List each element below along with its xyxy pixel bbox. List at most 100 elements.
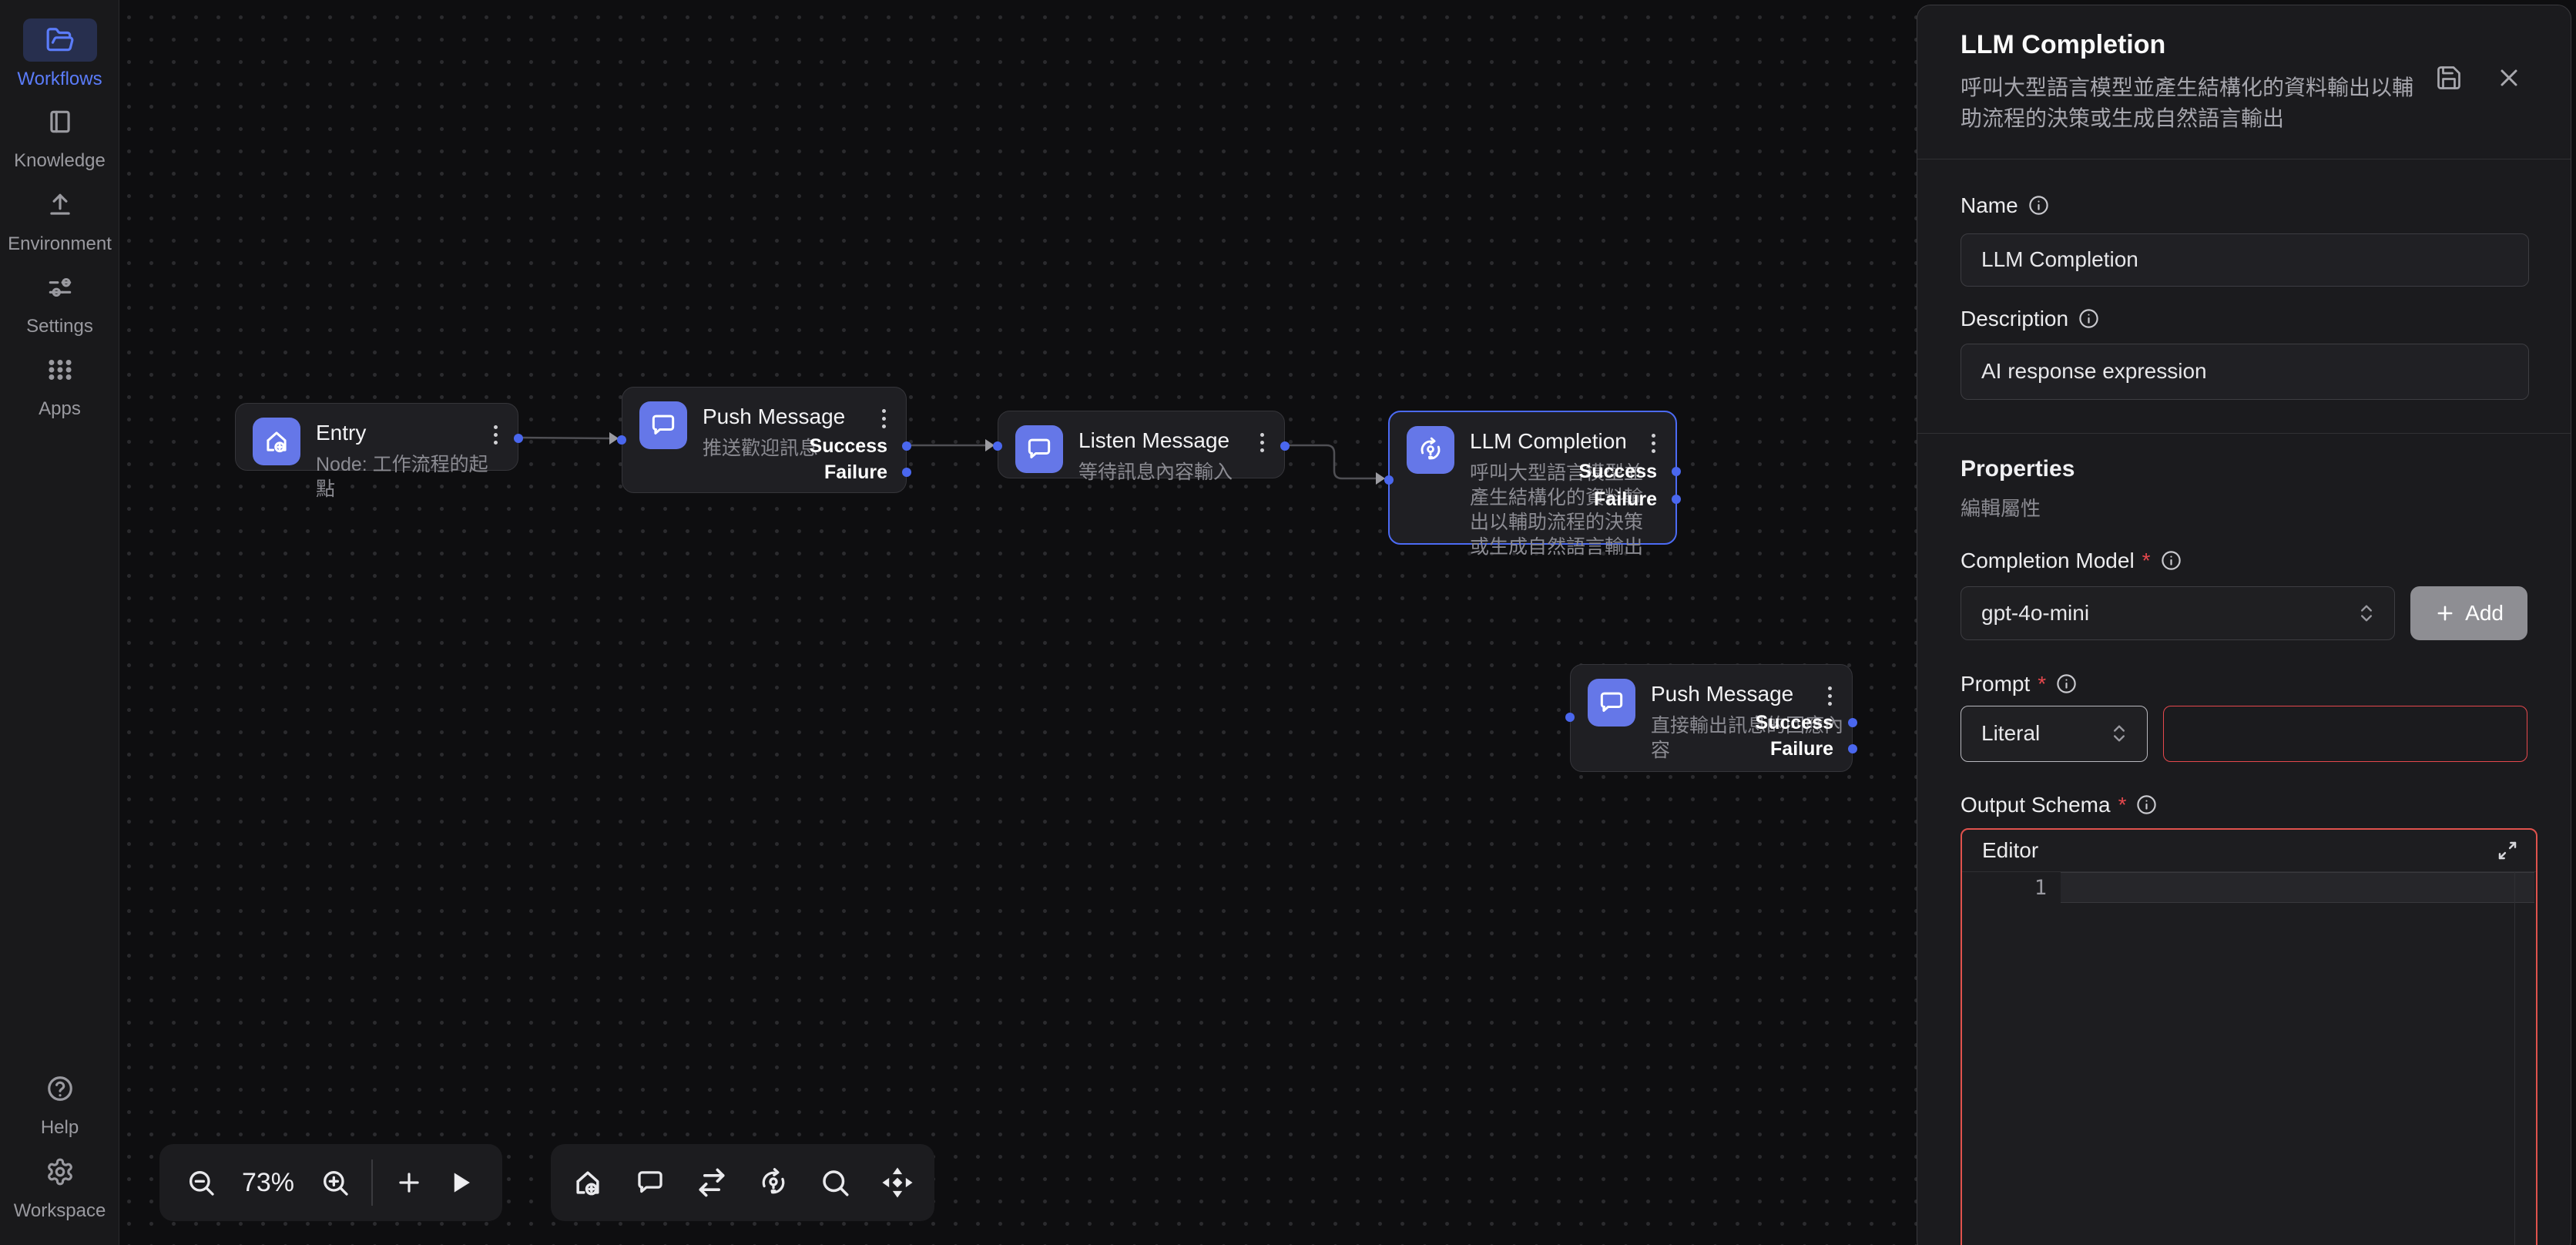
input-port[interactable] [1384, 475, 1394, 485]
failure-port[interactable] [902, 468, 911, 477]
run-workflow-button[interactable] [436, 1155, 485, 1210]
node-listen-message[interactable]: Listen Message 等待訊息內容輸入 [998, 411, 1285, 478]
plus-icon [2434, 602, 2456, 624]
folder-open-icon [23, 18, 97, 62]
node-title: LLM Completion [1470, 429, 1656, 454]
zoom-level[interactable]: 73% [228, 1168, 308, 1198]
sidebar-item-environment[interactable]: Environment [0, 183, 119, 255]
failure-port[interactable] [1848, 744, 1857, 753]
chat-bubble-icon [1588, 679, 1635, 727]
help-circle-icon [23, 1067, 97, 1110]
add-model-button[interactable]: Add [2410, 586, 2527, 640]
node-push-message-2[interactable]: Push Message 直接輸出訊息的回應內容 Success Failure [1570, 664, 1853, 772]
name-label: Name [1961, 193, 2527, 218]
editor-minimap-divider [2514, 872, 2515, 1245]
node-subtitle: Node: 工作流程的起點 [316, 452, 501, 502]
zoom-out-button[interactable] [176, 1155, 226, 1210]
output-port[interactable] [1280, 441, 1290, 451]
move-diamond-tool-button[interactable] [873, 1155, 922, 1210]
info-icon[interactable] [2135, 794, 2158, 816]
sidebar-label: Apps [39, 398, 81, 420]
llm-node-tool-button[interactable] [749, 1155, 798, 1210]
success-port[interactable] [902, 441, 911, 451]
sidebar-item-knowledge[interactable]: Knowledge [0, 100, 119, 172]
info-icon[interactable] [2055, 673, 2078, 695]
failure-port-label: Failure [1594, 488, 1657, 511]
node-subtitle: 等待訊息內容輸入 [1078, 460, 1233, 485]
failure-port[interactable] [1672, 495, 1681, 504]
panel-divider [1917, 433, 2571, 434]
node-menu-button[interactable] [491, 422, 501, 448]
code-editor-area[interactable]: 1 [1962, 872, 2536, 1245]
gear-icon [23, 1150, 97, 1193]
completion-model-select[interactable]: gpt-4o-mini [1961, 586, 2395, 640]
sidebar-label: Help [41, 1117, 79, 1139]
input-port[interactable] [993, 441, 1002, 451]
node-menu-button[interactable] [879, 406, 889, 431]
input-port[interactable] [617, 435, 626, 445]
sidebar-item-workspace[interactable]: Workspace [0, 1150, 119, 1222]
sidebar-item-apps[interactable]: Apps [0, 348, 119, 420]
info-icon[interactable] [2078, 307, 2100, 330]
sidebar-label: Workspace [14, 1200, 106, 1222]
output-schema-editor[interactable]: Editor 1 [1961, 828, 2537, 1245]
chevrons-up-down-icon [2108, 723, 2130, 744]
description-label: Description [1961, 307, 2527, 331]
sidebar-label: Environment [8, 233, 112, 255]
node-title: Entry [316, 421, 501, 445]
node-entry[interactable]: Entry Node: 工作流程的起點 [235, 403, 518, 471]
grid-dots-icon [23, 348, 97, 391]
panel-description: 呼叫大型語言模型並產生結構化的資料輸出以輔助流程的決策或生成自然語言輸出 [1961, 72, 2423, 134]
output-port[interactable] [514, 434, 523, 443]
house-plus-icon [253, 418, 300, 465]
add-node-button[interactable] [384, 1155, 434, 1210]
failure-port-label: Failure [824, 461, 887, 484]
node-llm-completion[interactable]: LLM Completion 呼叫大型語言模型並產生結構化的資料輸出以輔助流程的… [1388, 411, 1677, 545]
node-menu-button[interactable] [1649, 431, 1659, 456]
book-icon [23, 100, 97, 143]
output-schema-label: Output Schema * [1961, 793, 2527, 817]
name-input[interactable] [1961, 233, 2529, 287]
node-menu-button[interactable] [1825, 683, 1835, 709]
node-push-message-1[interactable]: Push Message 推送歡迎訊息 Success Failure [622, 387, 907, 493]
sidebar-item-settings[interactable]: Settings [0, 266, 119, 337]
sidebar-label: Workflows [17, 69, 102, 90]
upload-icon [23, 183, 97, 227]
node-tools-toolbar [551, 1144, 934, 1221]
prompt-value-input[interactable] [2163, 706, 2527, 762]
bulb-refresh-icon [1407, 426, 1454, 474]
success-port[interactable] [1848, 718, 1857, 727]
entry-node-tool-button[interactable] [563, 1155, 612, 1210]
expand-icon[interactable] [2496, 839, 2519, 862]
node-menu-button[interactable] [1257, 430, 1267, 455]
prompt-mode-select[interactable]: Literal [1961, 706, 2148, 762]
zoom-toolbar: 73% [159, 1144, 502, 1221]
success-port[interactable] [1672, 467, 1681, 476]
message-node-tool-button[interactable] [626, 1155, 675, 1210]
node-title: Push Message [703, 404, 845, 429]
prompt-label: Prompt * [1961, 672, 2527, 696]
success-port-label: Success [1756, 711, 1833, 734]
editor-line-number: 1 [1962, 876, 2047, 900]
success-port-label: Success [810, 435, 887, 458]
completion-model-label: Completion Model * [1961, 549, 2527, 573]
input-port[interactable] [1565, 713, 1575, 722]
panel-title: LLM Completion [1961, 5, 2527, 60]
info-icon[interactable] [2160, 549, 2182, 572]
node-title: Push Message [1651, 682, 1845, 706]
properties-subheading: 編輯屬性 [1961, 493, 2527, 522]
chevrons-up-down-icon [2356, 602, 2377, 624]
sidebar-item-workflows[interactable]: Workflows [0, 18, 119, 90]
sidebar-item-help[interactable]: Help [0, 1067, 119, 1139]
search-tool-button[interactable] [810, 1155, 860, 1210]
failure-port-label: Failure [1770, 737, 1833, 760]
save-button[interactable] [2435, 64, 2463, 96]
close-icon[interactable] [2495, 64, 2523, 96]
swap-arrows-tool-button[interactable] [687, 1155, 736, 1210]
sidebar-label: Settings [26, 316, 93, 337]
info-icon[interactable] [2028, 194, 2050, 216]
success-port-label: Success [1579, 460, 1657, 483]
description-input[interactable] [1961, 344, 2529, 400]
zoom-in-button[interactable] [310, 1155, 360, 1210]
toolbar-divider [371, 1159, 373, 1206]
